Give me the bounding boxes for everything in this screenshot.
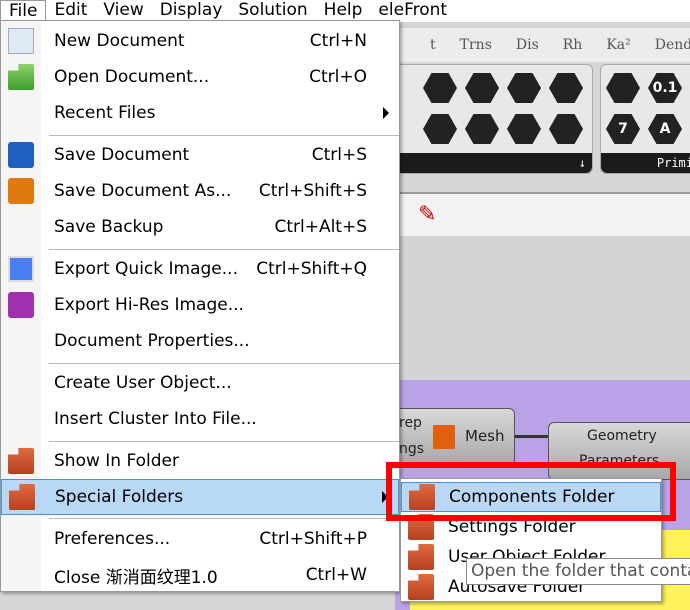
label: Special Folders bbox=[55, 487, 184, 507]
file-menu: New Document Ctrl+N Open Document... Ctrl+… bbox=[0, 20, 400, 592]
label: Document Properties... bbox=[54, 331, 250, 351]
menu-item-open-document[interactable]: Open Document... Ctrl+O bbox=[1, 59, 399, 95]
menu-item-insert-cluster[interactable]: Insert Cluster Into File... bbox=[1, 401, 399, 437]
label: Preferences... bbox=[54, 529, 171, 549]
label: Save Document As... bbox=[54, 181, 232, 201]
pencil-icon[interactable]: ✎ bbox=[418, 202, 436, 227]
tab-dis[interactable]: Dis bbox=[516, 37, 539, 53]
open-folder-icon bbox=[8, 64, 34, 90]
annotation-highlight-box bbox=[386, 462, 676, 521]
component-icon[interactable] bbox=[549, 73, 583, 103]
component-icon[interactable] bbox=[507, 114, 541, 144]
tab-ka2[interactable]: Ka² bbox=[606, 37, 630, 53]
component-tabs: t Trns Dis Rh Ka² Dendro bbox=[390, 28, 690, 62]
quick-image-icon bbox=[8, 256, 34, 282]
menu-solution[interactable]: Solution bbox=[230, 0, 315, 22]
component-icon[interactable] bbox=[465, 73, 499, 103]
label: Export Hi-Res Image... bbox=[54, 295, 244, 315]
toolbar-panel: ↓ bbox=[380, 64, 593, 174]
tab-rh[interactable]: Rh bbox=[563, 37, 583, 53]
menu-item-close[interactable]: Close 渐消面纹理1.0 Ctrl+W bbox=[1, 557, 399, 593]
shortcut: Ctrl+N bbox=[309, 31, 367, 51]
menu-item-save-backup[interactable]: Save Backup Ctrl+Alt+S bbox=[1, 209, 399, 245]
tab[interactable]: t bbox=[430, 37, 436, 53]
menu-item-new-document[interactable]: New Document Ctrl+N bbox=[1, 23, 399, 59]
folder-icon bbox=[9, 484, 35, 510]
save-icon bbox=[8, 142, 34, 168]
menu-item-show-in-folder[interactable]: Show In Folder bbox=[1, 443, 399, 479]
submenu-arrow-icon bbox=[383, 107, 389, 119]
component-icon[interactable] bbox=[606, 73, 640, 103]
separator bbox=[49, 135, 399, 136]
menu-item-special-folders[interactable]: Special Folders bbox=[1, 479, 399, 515]
folder-icon bbox=[408, 574, 434, 600]
node-title: Geometry bbox=[587, 428, 657, 444]
label: Insert Cluster Into File... bbox=[54, 409, 257, 429]
separator bbox=[49, 363, 399, 364]
integer-icon[interactable]: 7 bbox=[606, 114, 640, 144]
separator bbox=[49, 441, 399, 442]
shortcut: Ctrl+O bbox=[309, 67, 367, 87]
wire bbox=[515, 435, 548, 438]
label: Show In Folder bbox=[54, 451, 180, 471]
mesh-node[interactable]: rep ngs Mesh bbox=[380, 408, 515, 466]
folder-icon bbox=[408, 544, 434, 570]
shortcut: Ctrl+Shift+S bbox=[258, 181, 367, 201]
separator bbox=[49, 518, 399, 519]
tab-trns[interactable]: Trns bbox=[460, 37, 492, 53]
label: Open Document... bbox=[54, 67, 210, 87]
menu-view[interactable]: View bbox=[95, 0, 151, 22]
label: Save Document bbox=[54, 145, 190, 165]
shortcut: Ctrl+S bbox=[311, 145, 367, 165]
menu-item-export-quick-image[interactable]: Export Quick Image... Ctrl+Shift+Q bbox=[1, 251, 399, 287]
menu-item-recent-files[interactable]: Recent Files bbox=[1, 95, 399, 131]
tooltip: Open the folder that contains bbox=[466, 558, 690, 585]
shortcut: Ctrl+W bbox=[305, 565, 367, 585]
tab-dendro[interactable]: Dendro bbox=[655, 37, 690, 53]
menu-elefront[interactable]: eleFront bbox=[370, 0, 455, 22]
label: Close 渐消面纹理1.0 bbox=[54, 567, 218, 588]
separator bbox=[49, 249, 399, 250]
panel-label: Primi bbox=[601, 153, 690, 173]
new-document-icon bbox=[8, 28, 34, 54]
label: Create User Object... bbox=[54, 373, 232, 393]
menu-help[interactable]: Help bbox=[316, 0, 371, 22]
component-icon[interactable] bbox=[549, 114, 583, 144]
shortcut: Ctrl+Shift+P bbox=[259, 529, 367, 549]
menu-item-document-properties[interactable]: Document Properties... bbox=[1, 323, 399, 359]
menu-edit[interactable]: Edit bbox=[46, 0, 95, 22]
label: Export Quick Image... bbox=[54, 259, 238, 279]
number-icon[interactable]: 0.1 bbox=[648, 73, 682, 103]
folder-icon bbox=[8, 448, 34, 474]
component-icon[interactable] bbox=[507, 73, 541, 103]
shortcut: Ctrl+Alt+S bbox=[274, 217, 367, 237]
label: Save Backup bbox=[54, 217, 164, 237]
component-icon[interactable] bbox=[423, 73, 457, 103]
label: Recent Files bbox=[54, 103, 156, 123]
shortcut: Ctrl+Shift+Q bbox=[256, 259, 367, 279]
node-label: Mesh bbox=[465, 427, 505, 445]
menu-item-create-user-object[interactable]: Create User Object... bbox=[1, 365, 399, 401]
node-text: rep bbox=[399, 415, 422, 431]
menu-display[interactable]: Display bbox=[152, 0, 231, 22]
hires-image-icon bbox=[8, 292, 34, 318]
toolbar-panel-primitive: 0.1 7 A Primi bbox=[600, 64, 690, 174]
component-icon[interactable] bbox=[423, 114, 457, 144]
node-text: ngs bbox=[399, 441, 425, 457]
menu-bar: File Edit View Display Solution Help ele… bbox=[0, 0, 690, 22]
mesh-icon bbox=[433, 425, 455, 449]
menu-item-preferences[interactable]: Preferences... Ctrl+Shift+P bbox=[1, 521, 399, 557]
save-as-icon bbox=[8, 178, 34, 204]
component-icon[interactable] bbox=[465, 114, 499, 144]
menu-item-save-as[interactable]: Save Document As... Ctrl+Shift+S bbox=[1, 173, 399, 209]
canvas-toolbar: ✎ bbox=[390, 192, 690, 236]
menu-item-export-hires-image[interactable]: Export Hi-Res Image... bbox=[1, 287, 399, 323]
menu-file[interactable]: File bbox=[0, 0, 47, 22]
menu-item-save-document[interactable]: Save Document Ctrl+S bbox=[1, 137, 399, 173]
text-icon[interactable]: A bbox=[648, 114, 682, 144]
panel-bar[interactable]: ↓ bbox=[381, 153, 592, 173]
label: New Document bbox=[54, 31, 185, 51]
